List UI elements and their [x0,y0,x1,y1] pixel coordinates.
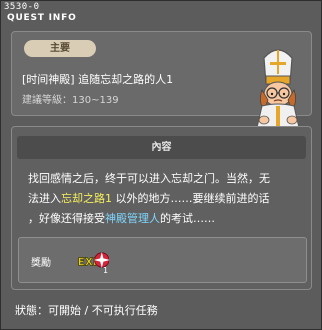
quest-type-badge: 主要 [24,40,96,57]
quest-status: 狀態：可開始 / 不可执行任務 [15,304,158,317]
description-line-3: ，好像还得接受神殿管理人的考试…… [28,209,308,229]
description-line-1: 找回感情之后，终于可以进入忘却之门。当然，无 [28,172,270,185]
quest-info-window: 3530-0 QUEST INFO 主要 [时间神殿] 追随忘却之路的人1 建議… [0,0,322,330]
line3-text-post: 的考试…… [160,212,215,225]
quest-description: 找回感情之后，终于可以进入忘却之门。当然，无 法进入忘却之路1 以外的地方……要… [28,169,308,229]
quest-name: [时间神殿] 追随忘却之路的人1 [22,73,174,86]
line2-text: 法进入 [28,192,61,205]
line3-text: ，好像还得接受 [28,212,105,225]
recommended-level: 建議等級：130~139 [22,95,119,106]
description-line-2: 法进入忘却之路1 以外的地方……要继续前进的话 [28,189,308,209]
reward-panel: 獎勵 EXP 1 [18,237,307,283]
reward-label: 獎勵 [31,258,51,269]
line2-text-post: 以外的地方……要继续前进的话 [112,192,270,205]
title-bar: 3530-0 QUEST INFO [1,1,321,27]
map-link-forgotten-path[interactable]: 忘却之路1 [61,192,112,205]
exp-count: 1 [103,266,109,275]
content-header: 內容 [17,136,306,159]
npc-portrait [255,49,301,132]
window-title: QUEST INFO [7,13,77,23]
npc-link-temple-keeper[interactable]: 神殿管理人 [105,212,160,225]
quest-id: 3530-0 [4,2,40,12]
quest-content-panel: 內容 找回感情之后，终于可以进入忘却之门。当然，无 法进入忘却之路1 以外的地方… [11,126,312,290]
quest-summary-panel: 主要 [时间神殿] 追随忘却之路的人1 建議等級：130~139 [11,31,312,132]
